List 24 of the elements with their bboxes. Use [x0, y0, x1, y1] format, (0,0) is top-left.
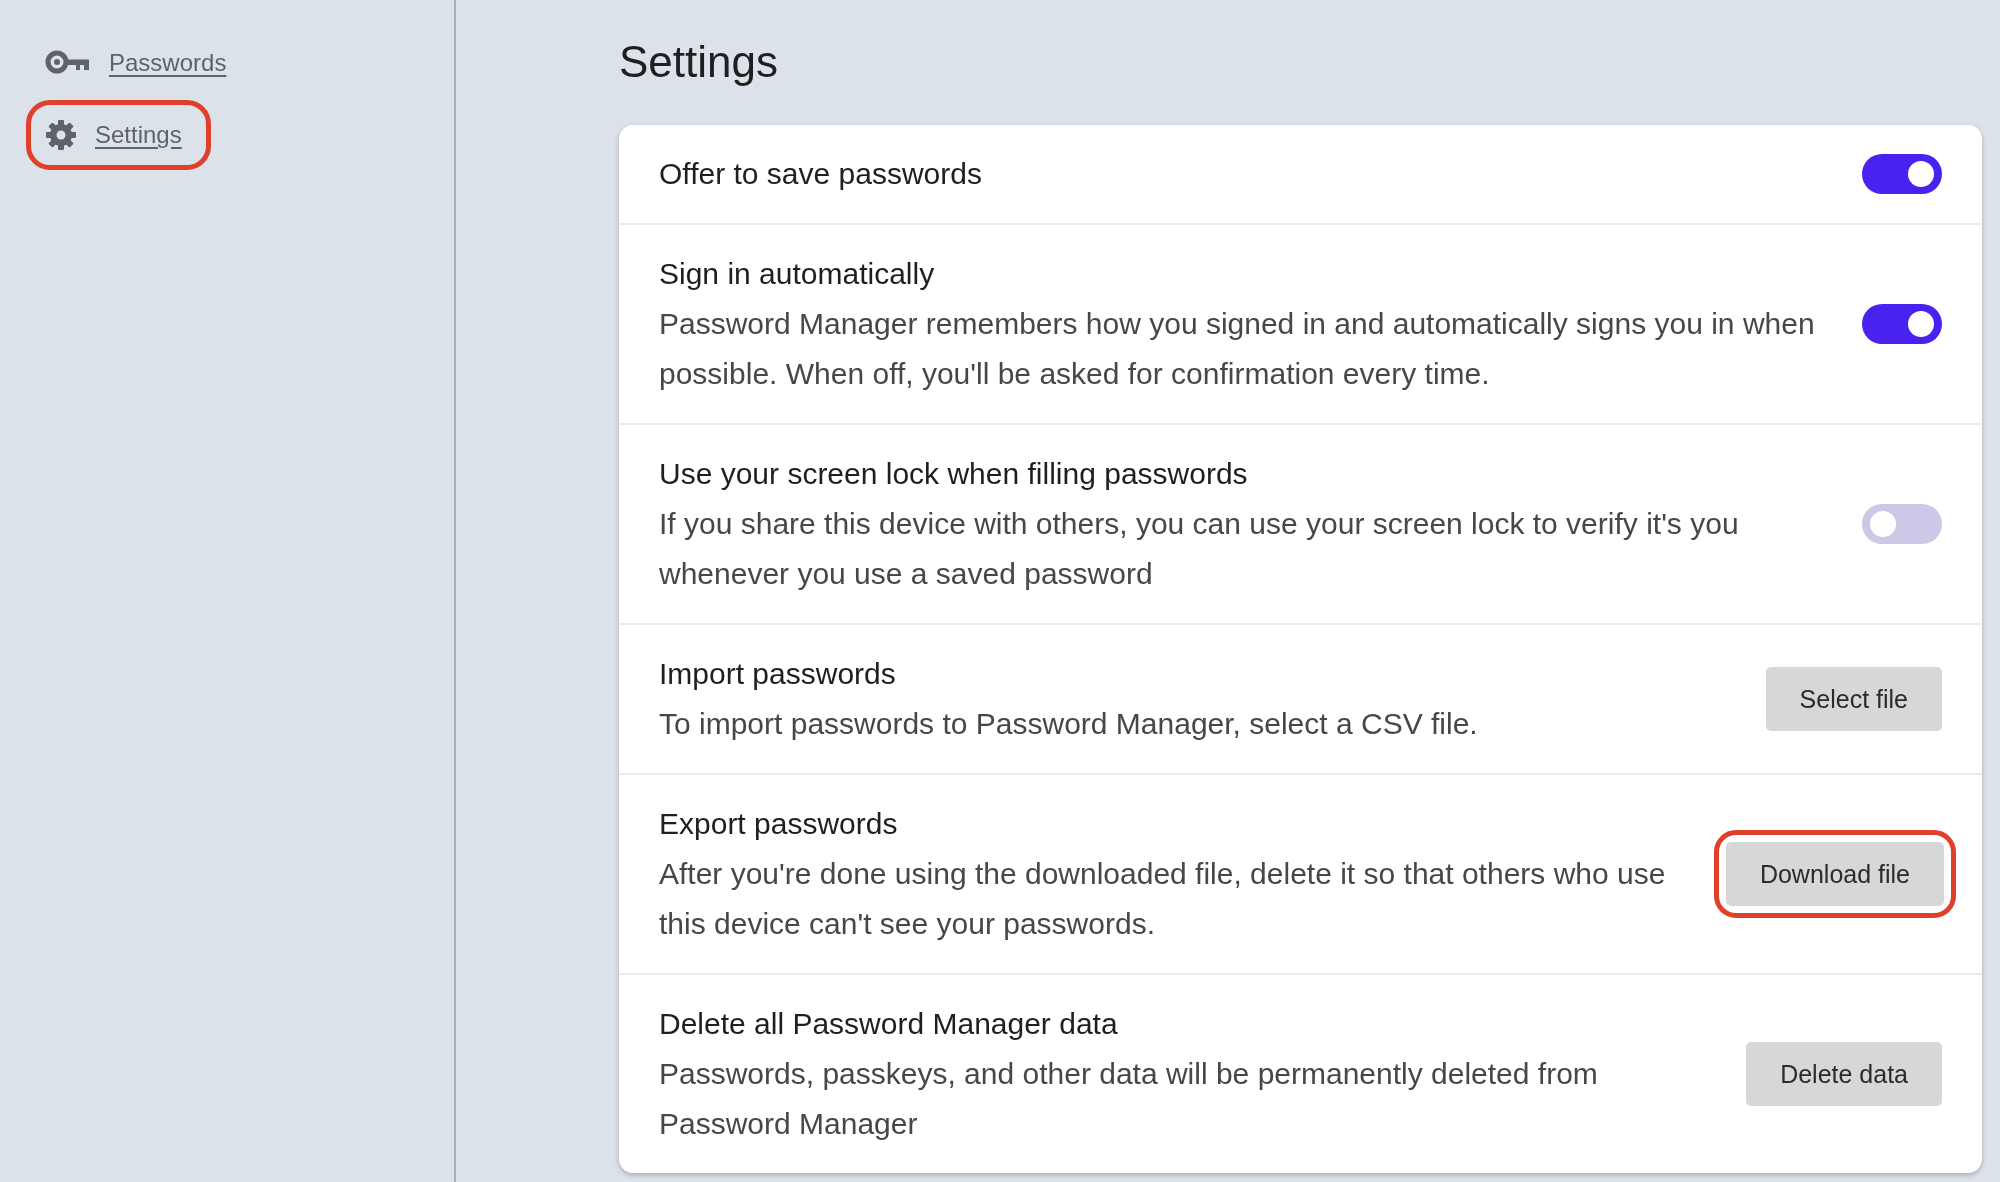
- setting-title: Import passwords: [659, 656, 897, 692]
- setting-title: Sign in automatically: [659, 256, 936, 292]
- setting-description: If you share this device with others, you can use your screen lock to verify it's you whenever you use a saved password: [659, 506, 1740, 592]
- nav-link[interactable]: Passwords: [109, 49, 227, 77]
- key-icon: [45, 50, 91, 76]
- annotation-ring[interactable]: Settings: [26, 100, 211, 170]
- download-button[interactable]: Download file: [1725, 842, 1944, 906]
- setting-description: Password Manager remembers how you signed in and automatically signs you in when possible. When off, you'll be asked for confirmation every time.: [659, 306, 1816, 392]
- action-button[interactable]: Select file: [1765, 667, 1942, 731]
- setting-description: After you're done using the downloaded file, delete it so that others who use this device can't see your passwords.: [659, 856, 1667, 942]
- setting-title: Use your screen lock when filling passwords: [659, 456, 1249, 492]
- setting-title: Offer to save passwords: [659, 156, 983, 192]
- setting-title: Export passwords: [659, 806, 899, 842]
- action-button[interactable]: Delete data: [1746, 1042, 1942, 1106]
- setting-title: Delete all Password Manager data: [659, 1006, 1119, 1042]
- nav-link[interactable]: Settings: [95, 121, 182, 149]
- nav-item[interactable]: Passwords: [26, 30, 256, 96]
- setting-description: To import passwords to Password Manager, select a CSV file.: [659, 706, 1479, 742]
- page-title: Settings: [619, 36, 779, 88]
- toggle-switch[interactable]: [1862, 304, 1942, 344]
- gear-icon: [45, 119, 77, 151]
- toggle-switch[interactable]: [1862, 504, 1942, 544]
- setting-description: Passwords, passkeys, and other data will be permanently deleted from Password Manager: [659, 1056, 1599, 1142]
- toggle-switch[interactable]: [1862, 154, 1942, 194]
